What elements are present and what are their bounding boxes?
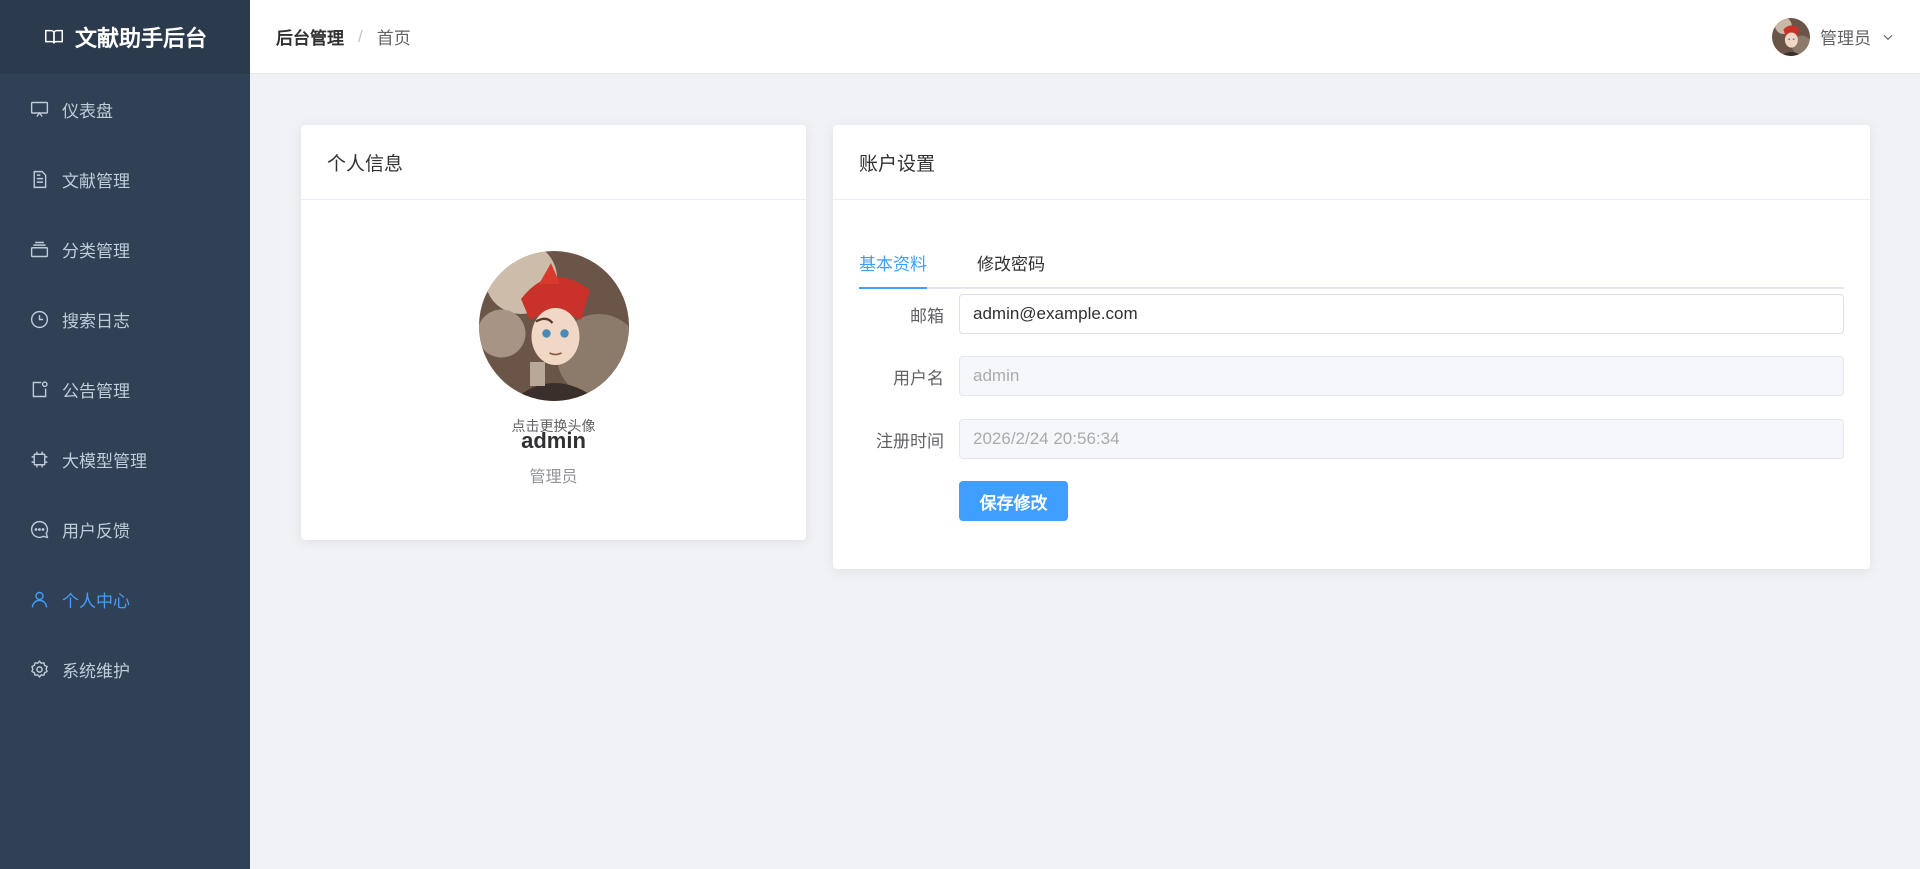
sidebar-item-label: 分类管理 <box>62 241 130 261</box>
avatar-image <box>1772 17 1810 56</box>
brand[interactable]: 文献助手后台 <box>0 0 250 74</box>
username-field <box>959 356 1844 396</box>
gear-icon <box>31 659 48 678</box>
sidebar-item-label: 仪表盘 <box>62 101 113 121</box>
sidebar-item-llm[interactable]: 大模型管理 <box>0 424 250 494</box>
user-dropdown[interactable]: 管理员 <box>1772 17 1895 56</box>
breadcrumb: 后台管理 / 首页 <box>276 24 411 49</box>
register-time-row: 注册时间 <box>859 419 1844 459</box>
sidebar-item-categories[interactable]: 分类管理 <box>0 214 250 284</box>
breadcrumb-current: 首页 <box>376 29 411 48</box>
sidebar-menu: 仪表盘 文献管理 分类管理 搜索日志 公告管理 大模型管理 用户反馈 个人中心 <box>0 74 250 704</box>
profile-card-title: 个人信息 <box>301 125 806 200</box>
sidebar-item-label: 个人中心 <box>62 591 130 611</box>
profile-username: admin <box>521 428 586 453</box>
sidebar-item-profile[interactable]: 个人中心 <box>0 564 250 634</box>
avatar-upload[interactable] <box>478 251 629 401</box>
email-field[interactable] <box>959 294 1844 334</box>
tab-change-password[interactable]: 修改密码 <box>977 237 1045 287</box>
sidebar-item-label: 文献管理 <box>62 171 130 191</box>
username-row: 用户名 <box>859 356 1844 396</box>
sidebar-item-documents[interactable]: 文献管理 <box>0 144 250 214</box>
breadcrumb-root[interactable]: 后台管理 <box>276 24 344 49</box>
sidebar-item-maintenance[interactable]: 系统维护 <box>0 634 250 704</box>
sidebar-item-label: 大模型管理 <box>62 451 147 471</box>
sidebar-item-feedback[interactable]: 用户反馈 <box>0 494 250 564</box>
chat-icon <box>30 520 49 538</box>
document-icon <box>33 170 47 188</box>
sidebar-item-notices[interactable]: 公告管理 <box>0 354 250 424</box>
avatar-image <box>478 251 629 401</box>
sidebar-item-label: 用户反馈 <box>62 521 130 541</box>
chevron-down-icon <box>1883 34 1893 40</box>
account-tabs: 基本资料 修改密码 <box>859 237 1844 289</box>
sidebar-item-label: 搜索日志 <box>62 311 130 331</box>
email-row: 邮箱 <box>859 294 1844 334</box>
book-icon <box>45 29 63 44</box>
chip-icon <box>31 451 48 467</box>
sidebar-item-search-logs[interactable]: 搜索日志 <box>0 284 250 354</box>
sidebar: 文献助手后台 仪表盘 文献管理 分类管理 搜索日志 公告管理 大模型管理 用户反… <box>0 0 250 869</box>
sidebar-item-label: 系统维护 <box>62 661 130 681</box>
save-button[interactable]: 保存修改 <box>959 481 1068 521</box>
user-icon <box>31 591 48 607</box>
header-username: 管理员 <box>1820 29 1871 48</box>
profile-card: 个人信息 点击更换头像 admin 管理员 <box>301 125 806 540</box>
category-icon <box>30 241 49 257</box>
sidebar-item-dashboard[interactable]: 仪表盘 <box>0 74 250 144</box>
profile-role: 管理员 <box>529 469 578 486</box>
email-label: 邮箱 <box>910 306 944 326</box>
avatar[interactable] <box>1772 17 1810 56</box>
tab-basic-info[interactable]: 基本资料 <box>859 237 927 289</box>
username-label: 用户名 <box>893 368 944 388</box>
sidebar-item-label: 公告管理 <box>62 381 130 401</box>
top-header: 后台管理 / 首页 管理员 <box>250 0 1920 74</box>
register-time-label: 注册时间 <box>876 431 944 451</box>
register-time-field <box>959 419 1844 459</box>
breadcrumb-separator: / <box>358 26 363 46</box>
notice-icon <box>32 380 48 397</box>
profile-body: 点击更换头像 admin 管理员 <box>301 200 806 487</box>
account-settings-card: 账户设置 基本资料 修改密码 邮箱 用户名 注册时间 保存修改 <box>833 125 1870 569</box>
account-card-title: 账户设置 <box>833 125 1870 200</box>
clock-icon <box>30 310 49 328</box>
brand-title: 文献助手后台 <box>74 26 207 51</box>
dashboard-icon <box>30 101 49 117</box>
